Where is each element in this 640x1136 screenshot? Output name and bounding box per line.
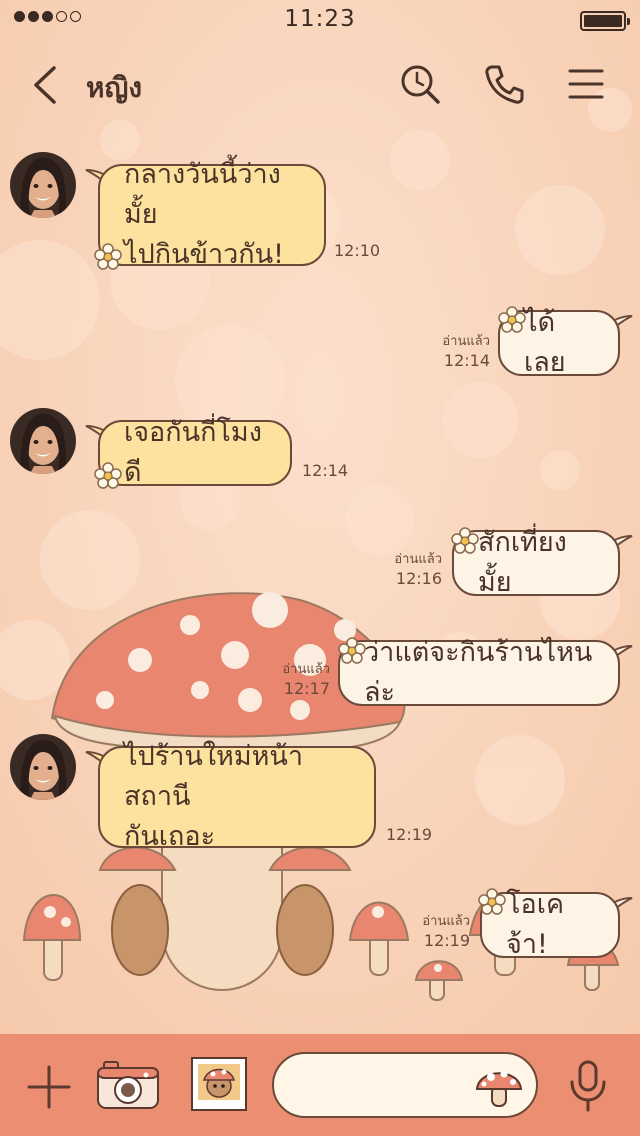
photo-icon[interactable]: [190, 1056, 248, 1112]
avatar[interactable]: [10, 408, 76, 474]
message-text: สักเที่ยงมั้ย: [478, 527, 567, 598]
status-time: 11:23: [284, 6, 356, 32]
message-bubble[interactable]: ว่าแต่จะกินร้านไหนล่ะ: [338, 637, 620, 708]
back-icon[interactable]: [26, 64, 66, 106]
message-text: ว่าแต่จะกินร้านไหนล่ะ: [364, 637, 593, 708]
message-bubble[interactable]: ไปร้านใหม่หน้าสถานี กันเถอะ: [98, 741, 376, 852]
phone-icon[interactable]: [482, 62, 526, 106]
chat-title: หญิง: [86, 71, 142, 104]
read-receipt: อ่านแล้ว: [282, 662, 330, 677]
message-input-field[interactable]: [272, 1052, 538, 1118]
mushroom-sticker-icon[interactable]: [474, 1062, 524, 1108]
read-receipt: อ่านแล้ว: [442, 334, 490, 349]
message-time: 12:14: [443, 351, 490, 370]
flower-icon: [94, 243, 122, 271]
flower-icon: [94, 462, 122, 490]
message-time: 12:19: [423, 931, 470, 950]
battery-icon: [580, 11, 630, 31]
message-input[interactable]: [296, 1070, 480, 1102]
message-time: 12:17: [283, 679, 330, 698]
camera-icon[interactable]: [96, 1058, 160, 1110]
message-time: 12:16: [395, 569, 442, 588]
read-receipt: อ่านแล้ว: [422, 914, 470, 929]
message-time: 12:19: [386, 825, 433, 844]
plus-icon[interactable]: [26, 1064, 72, 1110]
message-meta: อ่านแล้ว 12:19: [384, 914, 470, 952]
search-icon[interactable]: [398, 62, 442, 106]
flower-icon: [478, 888, 506, 916]
flower-icon: [338, 637, 366, 665]
avatar[interactable]: [10, 734, 76, 800]
message-time: 12:14: [302, 461, 349, 480]
message-meta: อ่านแล้ว 12:14: [404, 334, 490, 372]
flower-icon: [498, 306, 526, 334]
avatar[interactable]: [10, 152, 76, 218]
message-text: ไปร้านใหม่หน้าสถานี กันเถอะ: [124, 741, 304, 852]
read-receipt: อ่านแล้ว: [394, 552, 442, 567]
microphone-icon[interactable]: [566, 1060, 610, 1112]
menu-icon[interactable]: [564, 62, 608, 106]
status-bar: 11:23: [0, 0, 640, 42]
message-text: เจอกันกี่โมงดี: [124, 417, 262, 488]
message-bubble[interactable]: กลางวันนี้ว่างมั้ย ไปกินข้าวกัน!: [98, 159, 326, 270]
input-bar: [0, 1034, 640, 1136]
flower-icon: [451, 527, 479, 555]
message-text: ได้เลย: [524, 307, 566, 378]
message-text: กลางวันนี้ว่างมั้ย ไปกินข้าวกัน!: [124, 159, 284, 270]
chat-header: หญิง: [0, 50, 640, 120]
message-text: โอเคจ้า!: [506, 889, 565, 960]
message-meta: อ่านแล้ว 12:17: [244, 662, 330, 700]
message-bubble[interactable]: เจอกันกี่โมงดี: [98, 417, 292, 488]
message-time: 12:10: [334, 241, 381, 260]
message-meta: อ่านแล้ว 12:16: [358, 552, 442, 590]
